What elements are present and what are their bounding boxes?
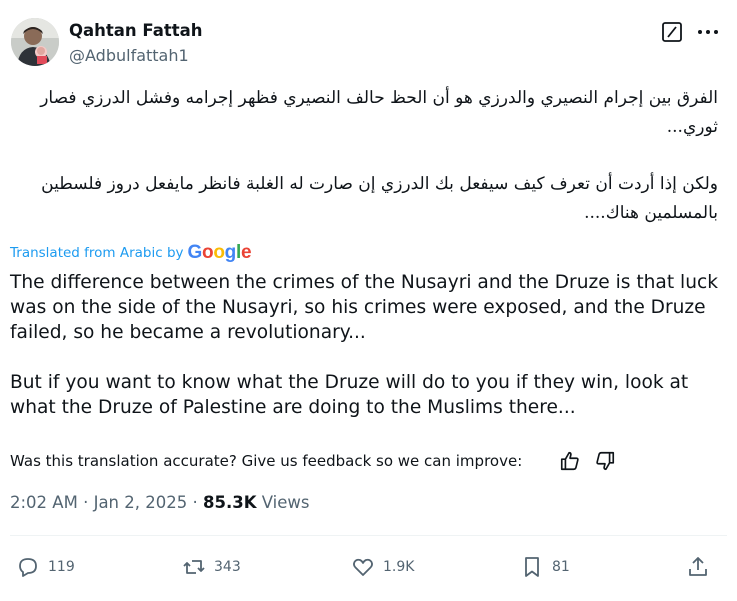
google-logo: Google — [187, 242, 252, 263]
arabic-paragraph-2: ولكن إذا أردت أن تعرف كيف سيفعل بك الدرز… — [41, 174, 718, 223]
reply-count: 119 — [48, 559, 75, 575]
views-label: Views — [261, 493, 310, 512]
repost-icon — [183, 560, 205, 574]
meta-separator: · — [83, 493, 89, 512]
translation-paragraph-2: But if you want to know what the Druze w… — [10, 372, 689, 418]
more-icon[interactable] — [694, 20, 722, 44]
repost-count: 343 — [214, 559, 241, 575]
translation-feedback-text: Was this translation accurate? Give us f… — [10, 452, 523, 470]
thumbs-up-icon[interactable] — [559, 450, 581, 472]
tweet-meta: 2:02 AM · Jan 2, 2025 · 85.3K Views — [10, 493, 310, 512]
like-button[interactable]: 1.9K — [351, 555, 414, 579]
divider — [10, 535, 727, 536]
bookmark-icon — [525, 557, 539, 577]
views-count: 85.3K — [203, 493, 257, 512]
grok-icon[interactable] — [661, 21, 683, 43]
translation-paragraph-1: The difference between the crimes of the… — [10, 272, 718, 343]
like-count: 1.9K — [383, 559, 415, 575]
tweet-translation: The difference between the crimes of the… — [10, 270, 725, 420]
thumbs-down-icon[interactable] — [594, 450, 616, 472]
author-name[interactable]: Qahtan Fattah — [69, 21, 203, 40]
bookmark-count: 81 — [552, 559, 570, 575]
tweet-original-text: الفرق بين إجرام النصيري والدرزي هو أن ال… — [20, 84, 718, 228]
avatar[interactable] — [11, 18, 59, 66]
avatar-image — [11, 18, 59, 66]
reply-button[interactable]: 119 — [16, 555, 75, 579]
author-handle[interactable]: @Adbulfattah1 — [69, 46, 189, 65]
translated-by[interactable]: Translated from Arabic by Google — [10, 242, 252, 264]
tweet-time[interactable]: 2:02 AM — [10, 493, 78, 512]
tweet-date[interactable]: Jan 2, 2025 — [94, 493, 188, 512]
meta-separator: · — [192, 493, 198, 512]
bookmark-button[interactable]: 81 — [520, 555, 570, 579]
reply-icon — [19, 558, 37, 577]
arabic-paragraph-1: الفرق بين إجرام النصيري والدرزي هو أن ال… — [40, 88, 718, 137]
repost-button[interactable]: 343 — [182, 555, 241, 579]
share-icon — [689, 557, 707, 576]
share-button[interactable] — [686, 555, 710, 579]
heart-icon — [353, 558, 373, 576]
translated-label: Translated from Arabic by — [10, 245, 184, 261]
